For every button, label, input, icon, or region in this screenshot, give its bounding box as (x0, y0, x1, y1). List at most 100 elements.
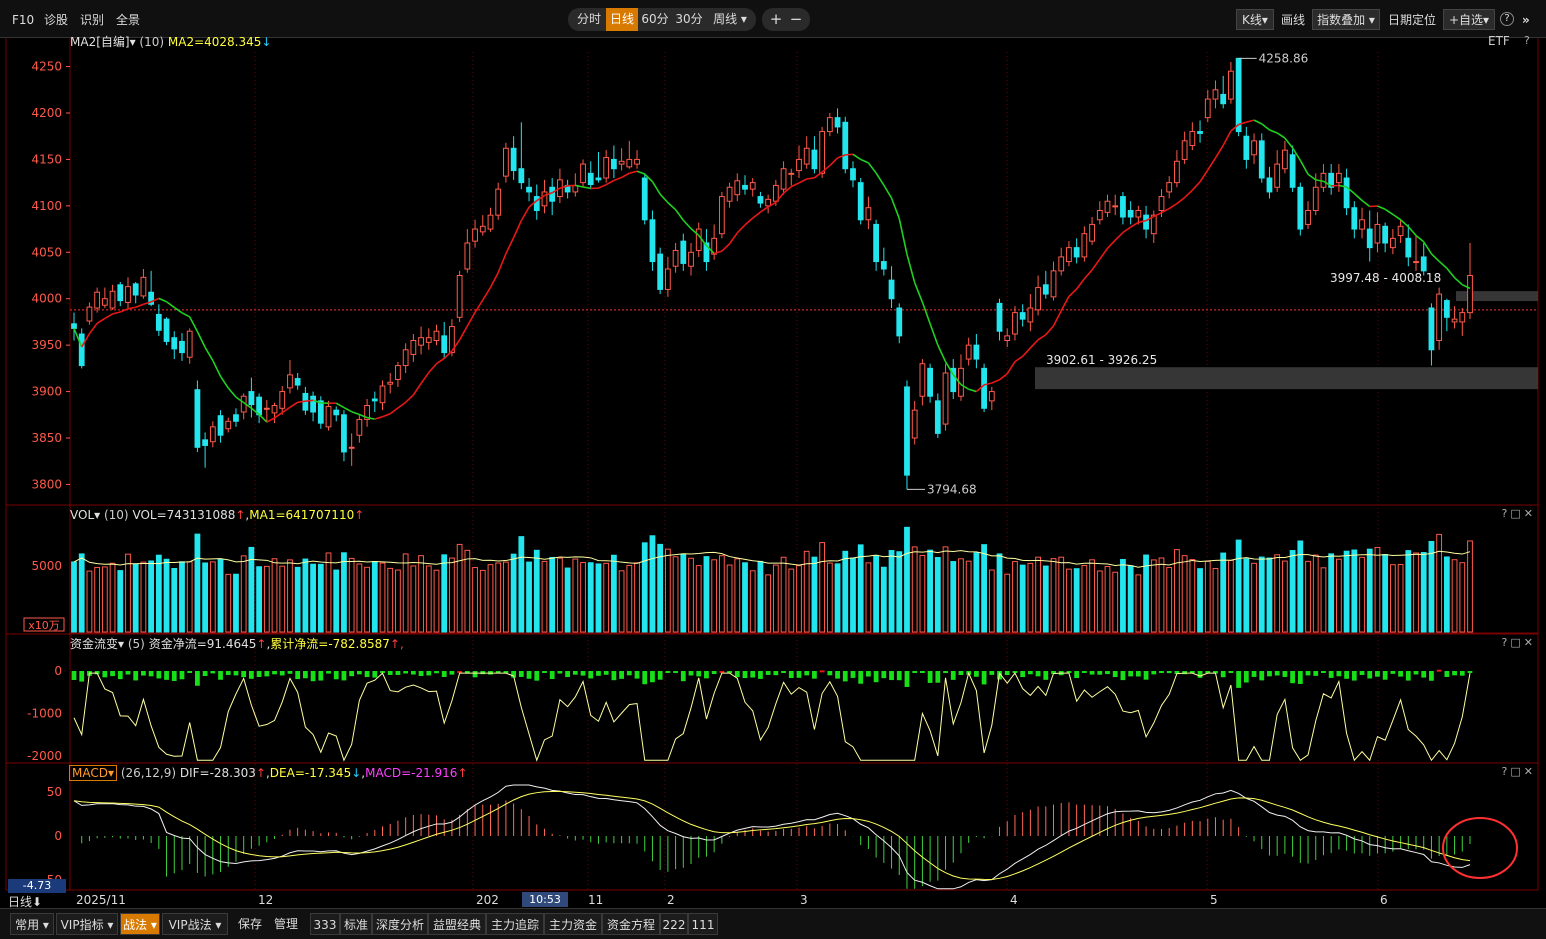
tab-vip-strategy-dropdown[interactable]: VIP战法 ▾ (162, 913, 228, 935)
vol-indicator-dropdown[interactable]: VOL (70, 508, 94, 522)
tab-standard[interactable]: 标准 (340, 913, 372, 935)
macd-panel-controls[interactable]: ?□✕ (1500, 765, 1536, 779)
flow-panel-controls[interactable]: ?□✕ (1500, 636, 1536, 650)
flow-bar (1089, 671, 1095, 675)
volume-bar (595, 563, 602, 633)
tab-yimeng-classic[interactable]: 益盟经典 (428, 913, 486, 935)
tab-common-dropdown[interactable]: 常用 ▾ (10, 913, 54, 935)
candle-body (194, 389, 201, 448)
flow-bar (518, 671, 524, 677)
collapse-icon[interactable]: » (1522, 9, 1530, 31)
flow-bar (441, 671, 447, 678)
volume-bar (672, 556, 679, 633)
manage-button[interactable]: 管理 (270, 913, 302, 935)
candle-body (765, 198, 772, 207)
tab-main-force-capital[interactable]: 主力资金 (544, 913, 602, 935)
volume-bar (973, 552, 980, 633)
flow-bar (449, 671, 455, 675)
ma-segment (937, 344, 947, 363)
candle-body (202, 439, 209, 446)
main-help-icon[interactable]: ? (1524, 34, 1530, 47)
volume-bar (379, 562, 386, 633)
flow-bar (989, 671, 995, 675)
flow-bar (673, 671, 678, 673)
flow-indicator-dropdown[interactable]: 资金流变 (70, 637, 118, 651)
y-tick-label: 3950 (31, 338, 62, 352)
flow-bar (1305, 671, 1311, 676)
candle-body (1467, 275, 1473, 314)
tab-333[interactable]: 333 (310, 913, 340, 935)
macd-indicator-dropdown[interactable]: MACD▾ (69, 765, 118, 781)
tab-222[interactable]: 222 (660, 913, 688, 935)
candle-body (1066, 247, 1072, 263)
tab-main-force-tracking[interactable]: 主力追踪 (486, 913, 544, 935)
period-intraday[interactable]: 分时 (572, 8, 606, 31)
identify-button[interactable]: 识别 (80, 9, 104, 31)
candle-body (1282, 149, 1288, 170)
ma-segment (1454, 277, 1463, 286)
ma-segment (1407, 226, 1417, 237)
volume-bar (1428, 540, 1435, 633)
volume-bar (942, 546, 949, 633)
tab-111[interactable]: 111 (688, 913, 718, 935)
volume-bar (772, 564, 779, 633)
ma-segment (1091, 258, 1101, 271)
vol-panel-controls[interactable]: ?□✕ (1500, 507, 1536, 521)
volume-bar (479, 569, 486, 633)
zoom-out-button[interactable]: − (786, 8, 806, 31)
x-label-4: 4 (1010, 893, 1018, 907)
flow-param: (5) (127, 637, 145, 651)
ma-segment (1353, 192, 1363, 202)
tab-capital-equation[interactable]: 资金方程 (602, 913, 660, 935)
volume-bar (433, 569, 440, 633)
candle-body (734, 180, 741, 196)
period-60min[interactable]: 60分 (638, 8, 672, 31)
zoom-in-button[interactable]: + (766, 8, 786, 31)
volume-bar (1089, 559, 1095, 633)
ma-segment (1037, 334, 1047, 341)
candle-body (94, 291, 101, 309)
dea-value: DEA=-17.345 (269, 766, 352, 780)
ma-segment (860, 158, 869, 164)
f10-button[interactable]: F10 (12, 9, 34, 31)
ma-segment (335, 402, 345, 409)
volume-bar (1135, 574, 1142, 633)
volume-bar (996, 553, 1003, 633)
help-icon[interactable]: ? (1500, 12, 1514, 26)
candle-body (379, 385, 386, 404)
draw-line-button[interactable]: 画线 (1281, 9, 1305, 31)
ma-segment (1052, 310, 1062, 327)
low-price-label: 3794.68 (927, 482, 977, 496)
tab-deep-analysis[interactable]: 深度分析 (372, 913, 428, 935)
volume-bar (1374, 546, 1381, 633)
main-indicator-dropdown[interactable]: MA2[自编] (70, 35, 130, 49)
tab-strategy-dropdown[interactable]: 战法 ▾ (120, 913, 160, 935)
volume-bar (1266, 557, 1273, 633)
index-overlay-dropdown[interactable]: 指数叠加 ▾ (1312, 9, 1380, 30)
y-tick-label: 4150 (31, 152, 62, 166)
period-daily[interactable]: 日线 (606, 8, 638, 31)
tab-vip-indicator-dropdown[interactable]: VIP指标 ▾ (56, 913, 118, 935)
volume-bar (796, 565, 802, 633)
volume-bar (348, 557, 355, 633)
panorama-button[interactable]: 全景 (116, 9, 140, 31)
flow-bar (896, 671, 902, 681)
save-button[interactable]: 保存 (234, 913, 266, 935)
x-label-12: 12 (258, 893, 274, 907)
period-weekly-dropdown[interactable]: 周线 ▾ (708, 8, 752, 31)
volume-bar (1042, 565, 1049, 633)
diagnose-button[interactable]: 诊股 (44, 9, 68, 31)
period-30min[interactable]: 30分 (672, 8, 706, 31)
volume-bar (904, 526, 910, 633)
volume-bar (564, 567, 571, 633)
date-locate-button[interactable]: 日期定位 (1388, 9, 1436, 31)
watchlist-dropdown[interactable]: +自选▾ (1443, 9, 1495, 30)
candle-body (186, 330, 193, 358)
candle-body (1243, 135, 1250, 160)
flow-bar (1081, 671, 1087, 673)
volume-bar (1081, 564, 1088, 633)
ma-segment (667, 202, 677, 211)
flow-bar (141, 671, 146, 676)
candle-body (71, 323, 77, 329)
kline-dropdown[interactable]: K线▾ (1236, 9, 1274, 30)
